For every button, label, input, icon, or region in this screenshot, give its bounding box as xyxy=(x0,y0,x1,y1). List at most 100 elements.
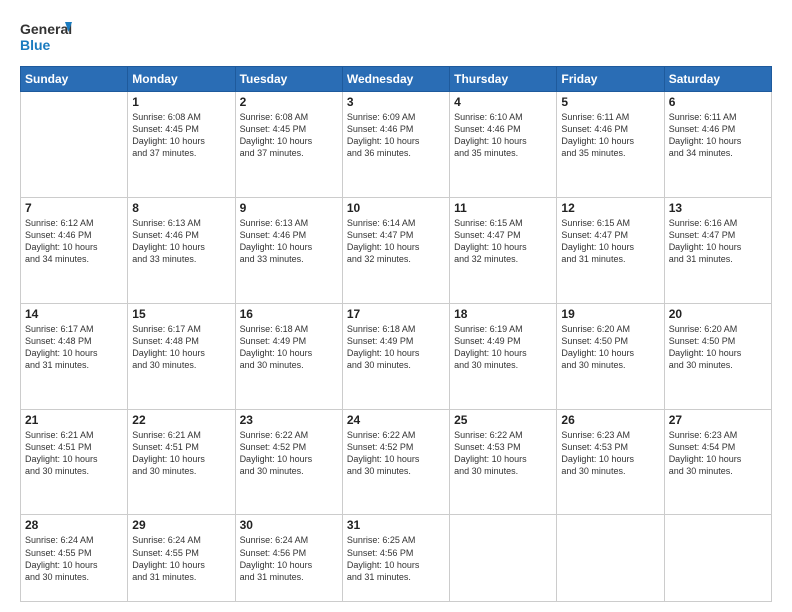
calendar-cell: 7 Sunrise: 6:12 AM Sunset: 4:46 PM Daylig… xyxy=(21,197,128,303)
day-number: 20 xyxy=(669,307,767,321)
logo-svg: General Blue xyxy=(20,18,72,56)
day-number: 8 xyxy=(132,201,230,215)
calendar-cell: 26 Sunrise: 6:23 AM Sunset: 4:53 PM Dayli… xyxy=(557,409,664,515)
day-info: Sunrise: 6:16 AM Sunset: 4:47 PM Dayligh… xyxy=(669,217,767,266)
day-number: 10 xyxy=(347,201,445,215)
day-info: Sunrise: 6:15 AM Sunset: 4:47 PM Dayligh… xyxy=(561,217,659,266)
calendar-cell: 23 Sunrise: 6:22 AM Sunset: 4:52 PM Dayli… xyxy=(235,409,342,515)
day-info: Sunrise: 6:19 AM Sunset: 4:49 PM Dayligh… xyxy=(454,323,552,372)
day-number: 16 xyxy=(240,307,338,321)
header: General Blue xyxy=(20,18,772,56)
day-number: 1 xyxy=(132,95,230,109)
day-number: 3 xyxy=(347,95,445,109)
day-number: 17 xyxy=(347,307,445,321)
page: General Blue SundayMondayTuesdayWednesda… xyxy=(0,0,792,612)
calendar-cell: 8Sunrise: 6:13 AM Sunset: 4:46 PM Daylig… xyxy=(128,197,235,303)
calendar-table: SundayMondayTuesdayWednesdayThursdayFrid… xyxy=(20,66,772,602)
day-number: 2 xyxy=(240,95,338,109)
calendar-cell: 1 Sunrise: 6:08 AM Sunset: 4:45 PM Daylig… xyxy=(128,92,235,198)
day-info: Sunrise: 6:23 AM Sunset: 4:54 PM Dayligh… xyxy=(669,429,767,478)
calendar-cell xyxy=(450,515,557,602)
day-number: 29 xyxy=(132,518,230,532)
day-info: Sunrise: 6:24 AM Sunset: 4:55 PM Dayligh… xyxy=(132,534,230,583)
day-info: Sunrise: 6:21 AM Sunset: 4:51 PM Dayligh… xyxy=(25,429,123,478)
day-number: 25 xyxy=(454,413,552,427)
calendar-cell xyxy=(557,515,664,602)
day-info: Sunrise: 6:22 AM Sunset: 4:52 PM Dayligh… xyxy=(240,429,338,478)
day-info: Sunrise: 6:22 AM Sunset: 4:53 PM Dayligh… xyxy=(454,429,552,478)
day-info: Sunrise: 6:13 AM Sunset: 4:46 PM Dayligh… xyxy=(240,217,338,266)
day-info: Sunrise: 6:14 AM Sunset: 4:47 PM Dayligh… xyxy=(347,217,445,266)
day-info: Sunrise: 6:17 AM Sunset: 4:48 PM Dayligh… xyxy=(25,323,123,372)
day-info: Sunrise: 6:10 AM Sunset: 4:46 PM Dayligh… xyxy=(454,111,552,160)
header-sunday: Sunday xyxy=(21,67,128,92)
day-number: 13 xyxy=(669,201,767,215)
week-row-4: 21 Sunrise: 6:21 AM Sunset: 4:51 PM Dayli… xyxy=(21,409,772,515)
day-info: Sunrise: 6:22 AM Sunset: 4:52 PM Dayligh… xyxy=(347,429,445,478)
calendar-cell: 2 Sunrise: 6:08 AM Sunset: 4:45 PM Daylig… xyxy=(235,92,342,198)
calendar-cell: 3Sunrise: 6:09 AM Sunset: 4:46 PM Daylig… xyxy=(342,92,449,198)
day-number: 23 xyxy=(240,413,338,427)
day-info: Sunrise: 6:08 AM Sunset: 4:45 PM Dayligh… xyxy=(240,111,338,160)
day-number: 15 xyxy=(132,307,230,321)
day-number: 22 xyxy=(132,413,230,427)
day-number: 26 xyxy=(561,413,659,427)
week-row-5: 28 Sunrise: 6:24 AM Sunset: 4:55 PM Dayli… xyxy=(21,515,772,602)
day-number: 7 xyxy=(25,201,123,215)
calendar-cell: 16Sunrise: 6:18 AM Sunset: 4:49 PM Dayli… xyxy=(235,303,342,409)
day-number: 11 xyxy=(454,201,552,215)
day-info: Sunrise: 6:18 AM Sunset: 4:49 PM Dayligh… xyxy=(347,323,445,372)
calendar-cell: 20Sunrise: 6:20 AM Sunset: 4:50 PM Dayli… xyxy=(664,303,771,409)
week-row-1: 1 Sunrise: 6:08 AM Sunset: 4:45 PM Daylig… xyxy=(21,92,772,198)
header-thursday: Thursday xyxy=(450,67,557,92)
calendar-cell: 22Sunrise: 6:21 AM Sunset: 4:51 PM Dayli… xyxy=(128,409,235,515)
calendar-cell: 18 Sunrise: 6:19 AM Sunset: 4:49 PM Dayli… xyxy=(450,303,557,409)
day-info: Sunrise: 6:08 AM Sunset: 4:45 PM Dayligh… xyxy=(132,111,230,160)
header-friday: Friday xyxy=(557,67,664,92)
day-number: 24 xyxy=(347,413,445,427)
header-tuesday: Tuesday xyxy=(235,67,342,92)
day-number: 31 xyxy=(347,518,445,532)
header-wednesday: Wednesday xyxy=(342,67,449,92)
svg-text:General: General xyxy=(20,21,72,37)
day-number: 9 xyxy=(240,201,338,215)
day-number: 19 xyxy=(561,307,659,321)
day-number: 27 xyxy=(669,413,767,427)
calendar-cell: 25 Sunrise: 6:22 AM Sunset: 4:53 PM Dayli… xyxy=(450,409,557,515)
week-row-3: 14Sunrise: 6:17 AM Sunset: 4:48 PM Dayli… xyxy=(21,303,772,409)
day-info: Sunrise: 6:17 AM Sunset: 4:48 PM Dayligh… xyxy=(132,323,230,372)
day-info: Sunrise: 6:23 AM Sunset: 4:53 PM Dayligh… xyxy=(561,429,659,478)
day-number: 28 xyxy=(25,518,123,532)
day-info: Sunrise: 6:11 AM Sunset: 4:46 PM Dayligh… xyxy=(669,111,767,160)
calendar-cell: 15 Sunrise: 6:17 AM Sunset: 4:48 PM Dayli… xyxy=(128,303,235,409)
day-number: 5 xyxy=(561,95,659,109)
day-number: 18 xyxy=(454,307,552,321)
header-saturday: Saturday xyxy=(664,67,771,92)
day-number: 6 xyxy=(669,95,767,109)
calendar-cell: 9 Sunrise: 6:13 AM Sunset: 4:46 PM Daylig… xyxy=(235,197,342,303)
calendar-cell: 13 Sunrise: 6:16 AM Sunset: 4:47 PM Dayli… xyxy=(664,197,771,303)
day-info: Sunrise: 6:15 AM Sunset: 4:47 PM Dayligh… xyxy=(454,217,552,266)
calendar-cell: 30 Sunrise: 6:24 AM Sunset: 4:56 PM Dayli… xyxy=(235,515,342,602)
calendar-cell: 14Sunrise: 6:17 AM Sunset: 4:48 PM Dayli… xyxy=(21,303,128,409)
header-monday: Monday xyxy=(128,67,235,92)
logo: General Blue xyxy=(20,18,72,56)
calendar-cell: 4Sunrise: 6:10 AM Sunset: 4:46 PM Daylig… xyxy=(450,92,557,198)
day-number: 12 xyxy=(561,201,659,215)
calendar-cell xyxy=(664,515,771,602)
calendar-cell: 10 Sunrise: 6:14 AM Sunset: 4:47 PM Dayli… xyxy=(342,197,449,303)
day-number: 21 xyxy=(25,413,123,427)
calendar-cell: 17 Sunrise: 6:18 AM Sunset: 4:49 PM Dayli… xyxy=(342,303,449,409)
day-number: 30 xyxy=(240,518,338,532)
calendar-header-row: SundayMondayTuesdayWednesdayThursdayFrid… xyxy=(21,67,772,92)
day-info: Sunrise: 6:24 AM Sunset: 4:55 PM Dayligh… xyxy=(25,534,123,583)
svg-text:Blue: Blue xyxy=(20,37,51,53)
day-info: Sunrise: 6:24 AM Sunset: 4:56 PM Dayligh… xyxy=(240,534,338,583)
calendar-cell: 31Sunrise: 6:25 AM Sunset: 4:56 PM Dayli… xyxy=(342,515,449,602)
calendar-cell: 27 Sunrise: 6:23 AM Sunset: 4:54 PM Dayli… xyxy=(664,409,771,515)
calendar-cell: 11 Sunrise: 6:15 AM Sunset: 4:47 PM Dayli… xyxy=(450,197,557,303)
day-info: Sunrise: 6:12 AM Sunset: 4:46 PM Dayligh… xyxy=(25,217,123,266)
day-info: Sunrise: 6:11 AM Sunset: 4:46 PM Dayligh… xyxy=(561,111,659,160)
calendar-cell: 12 Sunrise: 6:15 AM Sunset: 4:47 PM Dayli… xyxy=(557,197,664,303)
calendar-cell xyxy=(21,92,128,198)
